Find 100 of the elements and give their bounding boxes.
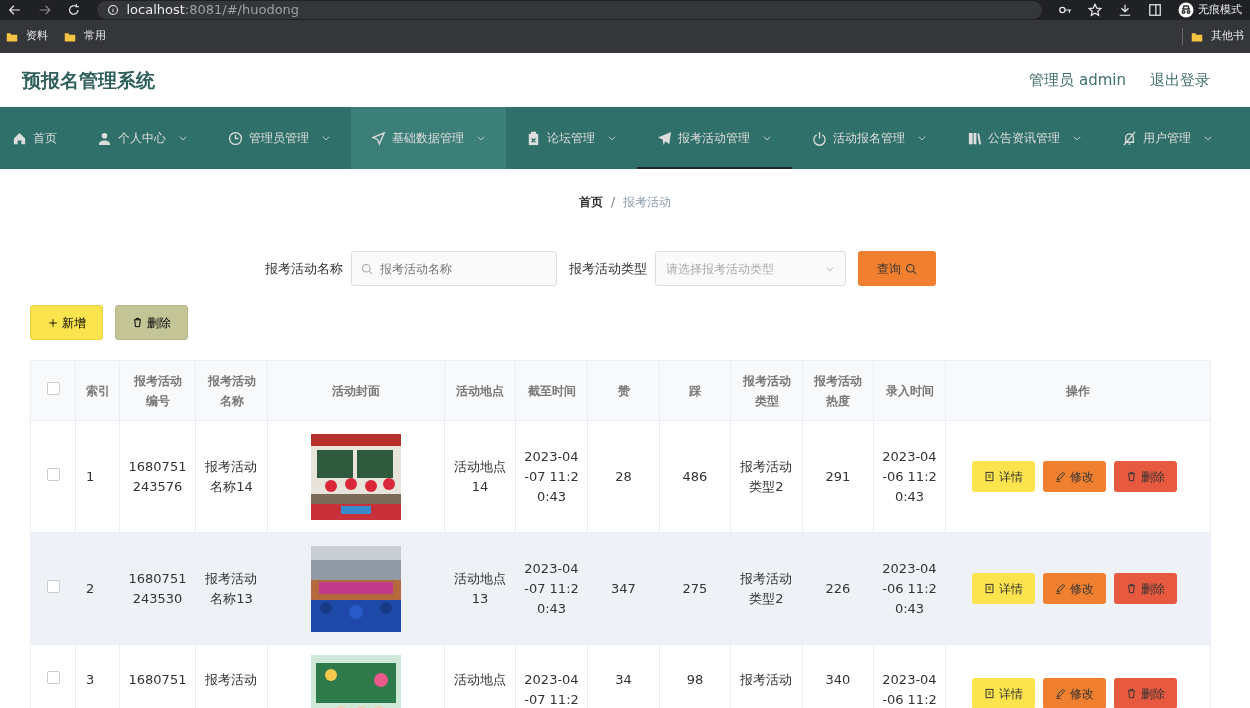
bookmark[interactable]: 其他书 <box>1211 28 1244 45</box>
table-cell-text: 226 <box>824 579 852 598</box>
nav-tab[interactable]: 报考活动管理 <box>637 107 792 169</box>
incognito-icon <box>1178 2 1194 18</box>
table-cell-text: 1680751243530 <box>127 569 188 608</box>
row-checkbox[interactable] <box>46 671 60 684</box>
search-field[interactable]: 报考活动名称 <box>350 251 557 286</box>
delete-button[interactable]: 删除 <box>1113 678 1177 708</box>
select-all-checkbox[interactable] <box>46 381 60 395</box>
table-cell-text: 活动地点14 <box>453 457 507 496</box>
home-icon <box>12 130 27 146</box>
chevron-down-icon <box>917 133 927 143</box>
forward-icon[interactable] <box>37 3 51 17</box>
table-cell-text: 3 <box>86 671 95 689</box>
chevron-down-icon <box>178 133 188 143</box>
edit-button[interactable]: 修改 <box>1042 678 1106 708</box>
table-cell-text: 291 <box>824 467 852 486</box>
document-icon <box>983 688 995 699</box>
search-icon <box>360 263 373 275</box>
folder-icon <box>6 30 18 43</box>
chevron-down-icon <box>1203 133 1213 143</box>
delete-button[interactable]: 删除 <box>1113 461 1177 492</box>
folder-icon <box>64 30 76 43</box>
details-button[interactable]: 详情 <box>971 461 1035 492</box>
nav-tab[interactable]: 基础数据管理 <box>351 107 506 169</box>
column-header: 踩 <box>689 382 701 400</box>
incognito-label: 无痕模式 <box>1198 1 1242 18</box>
delete-button[interactable]: 删除 <box>1113 573 1177 604</box>
trash-icon <box>1125 583 1137 594</box>
field-label: 报考活动名称 <box>264 259 343 278</box>
table-cell-text: 2023-04-06 11:20:43 <box>881 559 938 618</box>
nav-tab[interactable]: 论坛管理 <box>506 107 637 169</box>
document-icon <box>983 583 995 594</box>
trash-icon <box>1125 688 1137 699</box>
breadcrumb-current: 报考活动 <box>623 194 671 211</box>
table-cell-text: 2023-04-06 11:2 <box>881 671 938 708</box>
trash-icon <box>1125 471 1137 482</box>
clock-icon <box>228 130 243 146</box>
back-icon[interactable] <box>8 3 22 17</box>
logout-link[interactable]: 退出登录 <box>1150 68 1210 92</box>
table-cell-text: 1680751 <box>127 671 188 689</box>
chevron-down-icon <box>1072 133 1082 143</box>
table-cell-text: 2023-04-07 11:20:43 <box>523 559 580 618</box>
bookmark[interactable]: 资料 <box>26 28 48 45</box>
table-cell-text: 347 <box>611 579 636 598</box>
table-cell-text: 报考活动 <box>739 671 794 689</box>
details-button[interactable]: 详情 <box>971 678 1035 708</box>
info-icon <box>106 4 119 16</box>
field-label: 报考活动类型 <box>568 259 647 278</box>
column-header: 活动地点 <box>456 382 504 400</box>
table-cell-text: 报考活动类型2 <box>739 457 794 496</box>
table-cell-text: 报考活动 <box>204 671 259 689</box>
plus-icon <box>47 317 58 328</box>
search-button[interactable]: 查询 <box>857 251 936 286</box>
table-cell-text: 报考活动类型2 <box>739 569 794 608</box>
nav-tab[interactable]: 管理员管理 <box>208 107 351 169</box>
nav-tab[interactable]: 活动报名管理 <box>792 107 947 169</box>
search-icon <box>904 262 917 275</box>
chevron-down-icon <box>762 133 772 143</box>
details-button[interactable]: 详情 <box>971 573 1035 604</box>
column-header: 赞 <box>617 382 630 400</box>
column-header: 报考活动类型 <box>741 372 792 410</box>
delete-button[interactable]: 删除 <box>115 305 188 340</box>
table-cell-text: 活动地点 <box>453 671 507 689</box>
breadcrumb-separator: / <box>610 194 615 211</box>
breadcrumb-link[interactable]: 首页 <box>578 193 603 211</box>
download-icon[interactable] <box>1118 3 1132 17</box>
book-icon <box>967 130 982 146</box>
star-icon[interactable] <box>1088 3 1102 17</box>
trash-icon <box>132 317 143 328</box>
table-cell-text: 活动地点13 <box>453 569 507 608</box>
nav-tab[interactable]: 公告资讯管理 <box>947 107 1102 169</box>
bookmark[interactable]: 常用 <box>84 28 106 45</box>
user-name: 管理员 admin <box>1029 69 1126 91</box>
table-cell-text: 34 <box>615 671 632 689</box>
reload-icon[interactable] <box>67 3 81 17</box>
column-header: 操作 <box>1066 382 1090 400</box>
table-cell-text: 报考活动名称14 <box>204 457 259 496</box>
table-cell-text: 2023-04-07 11:20:43 <box>523 447 580 506</box>
pen-icon <box>1054 688 1066 699</box>
column-header: 索引 <box>85 382 110 400</box>
edit-button[interactable]: 修改 <box>1042 461 1106 492</box>
column-header: 活动封面 <box>332 382 380 400</box>
address-bar[interactable]: localhost:8081/#/huodong <box>96 1 1042 19</box>
row-checkbox[interactable] <box>46 579 60 593</box>
table-cell-text: 340 <box>824 671 852 689</box>
table-cell-text: 28 <box>615 467 632 486</box>
chevron-down-icon <box>321 133 331 143</box>
nav-tab[interactable]: 用户管理 <box>1102 107 1233 169</box>
nav-tab[interactable]: 首页 <box>0 107 77 169</box>
nav-tab[interactable]: 个人中心 <box>77 107 208 169</box>
table-cell-text: 2 <box>86 579 95 598</box>
column-header: 报考活动热度 <box>813 372 863 410</box>
window-icon[interactable] <box>1148 3 1162 17</box>
add-button[interactable]: 新增 <box>30 305 103 340</box>
column-header: 报考活动名称 <box>206 372 257 410</box>
chevron-down-icon <box>476 133 486 143</box>
edit-button[interactable]: 修改 <box>1042 573 1106 604</box>
row-checkbox[interactable] <box>46 467 60 481</box>
column-header: 截至时间 <box>527 382 576 400</box>
